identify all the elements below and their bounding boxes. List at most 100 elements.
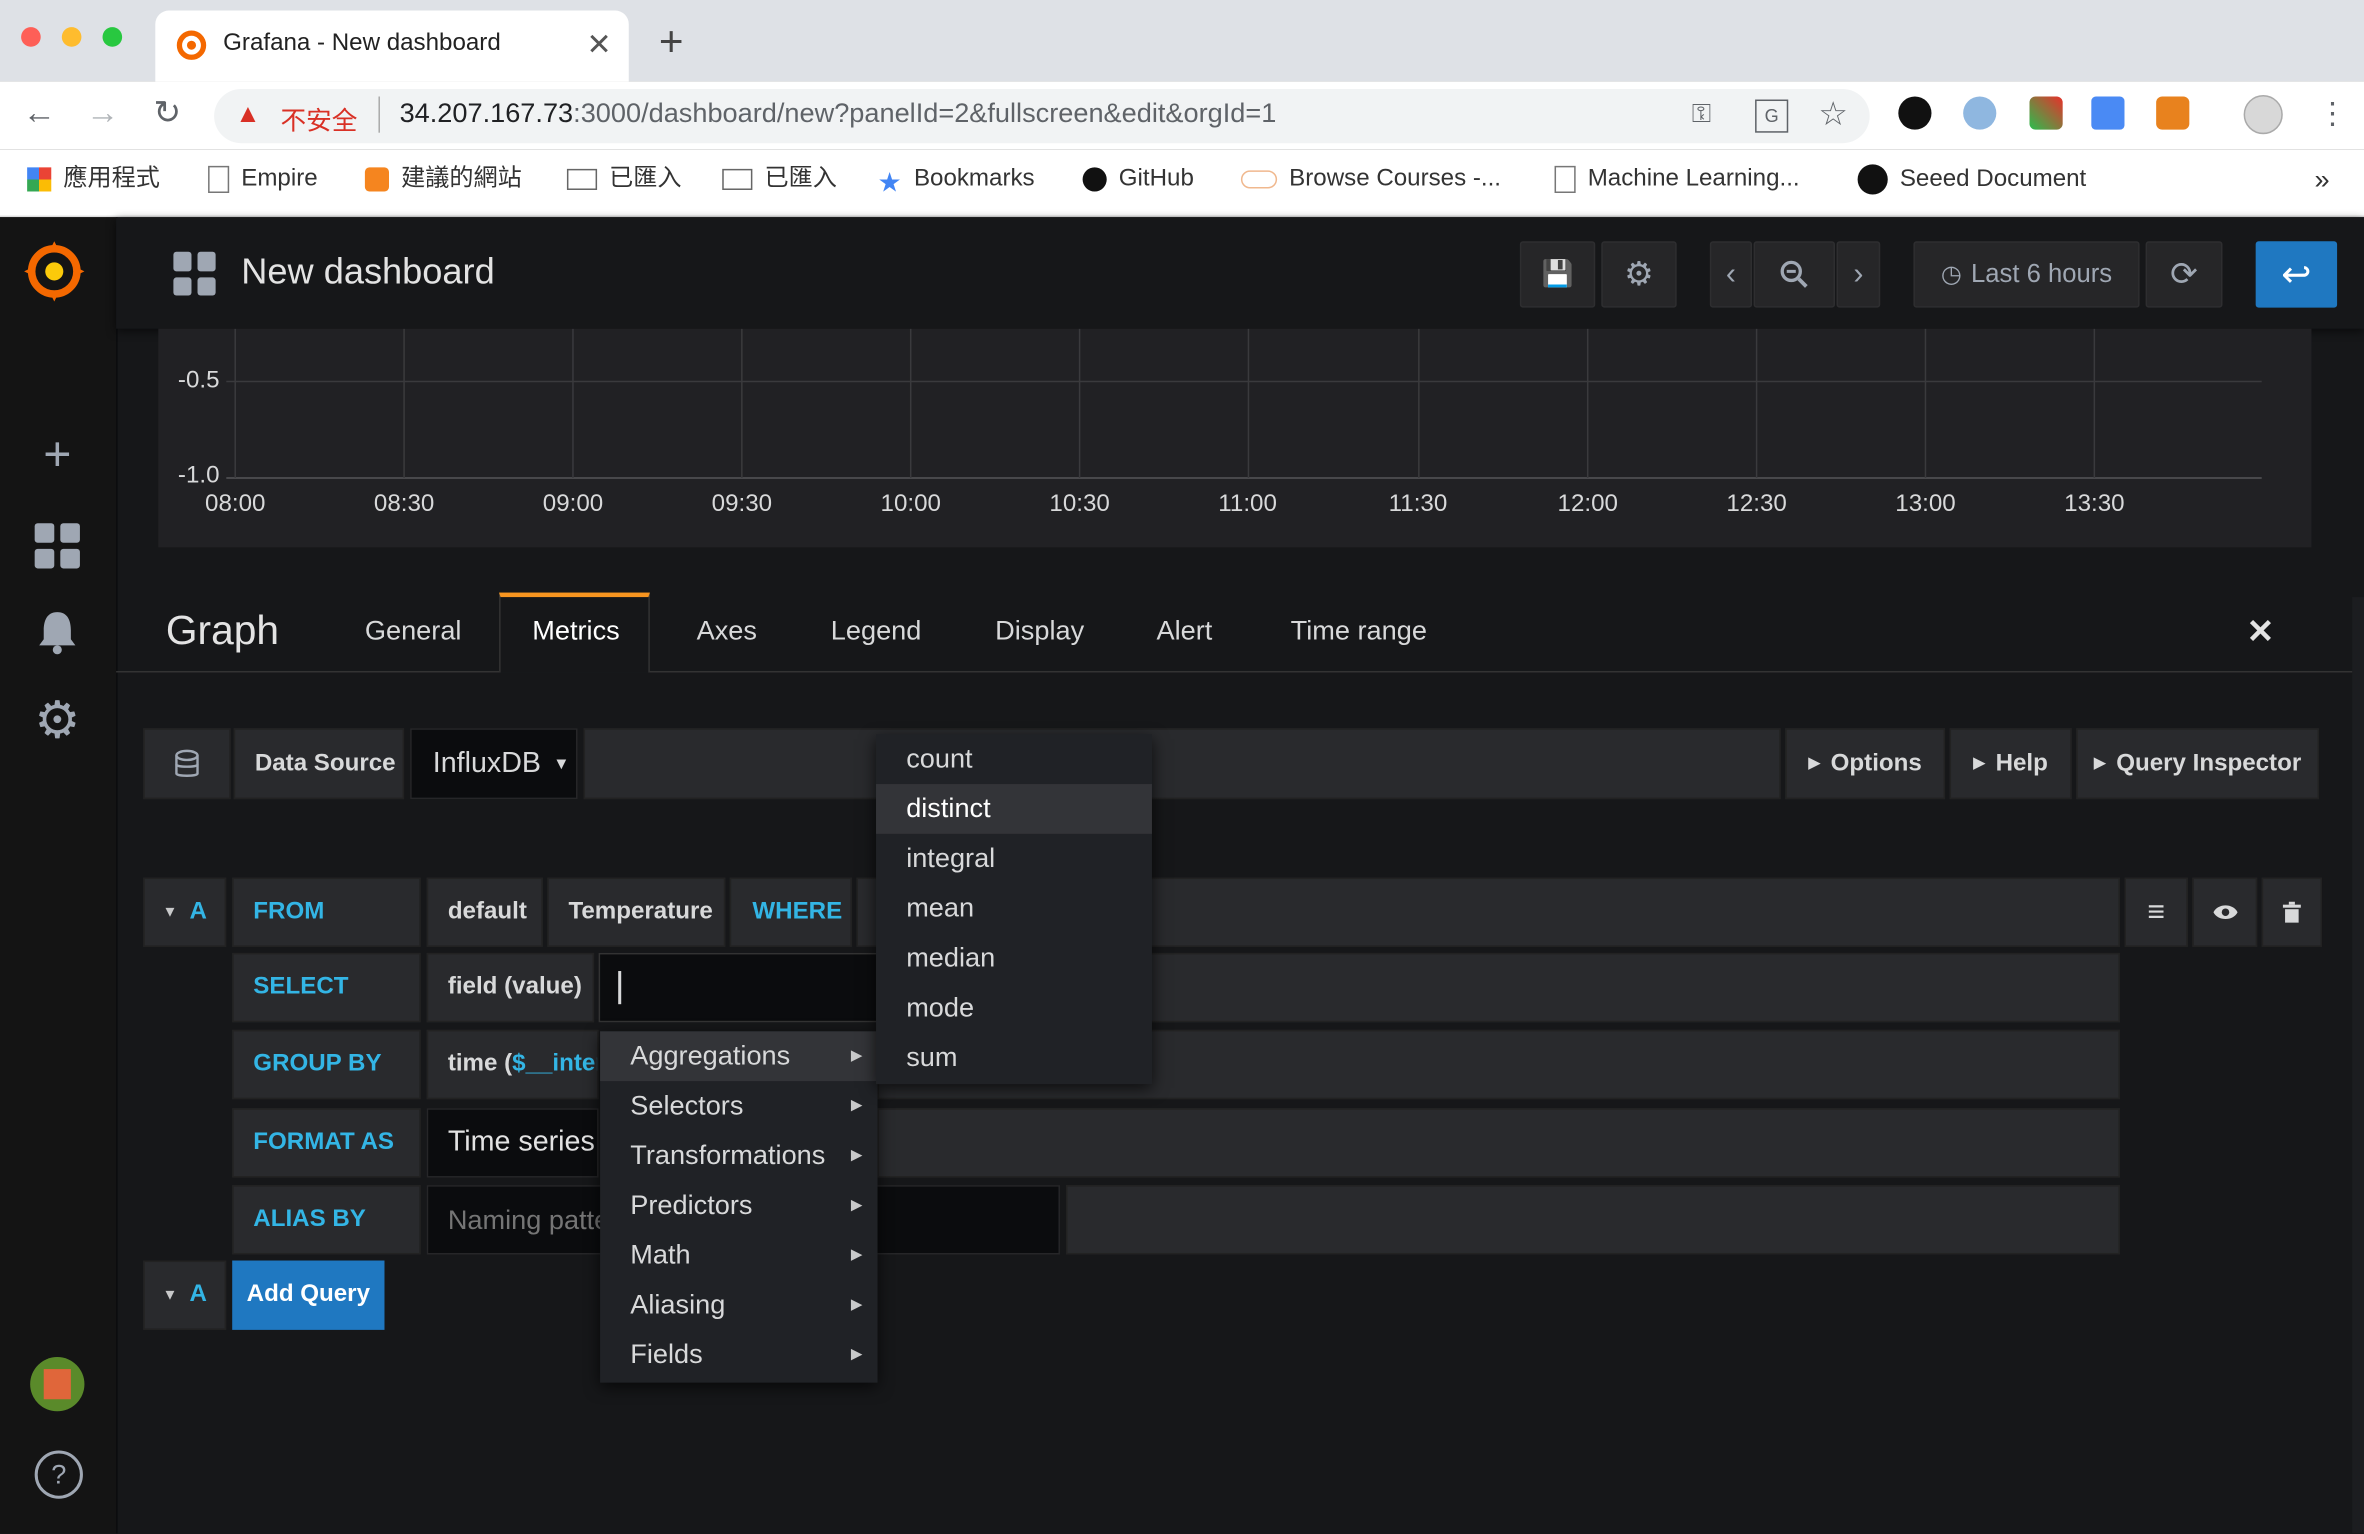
where-segment[interactable]: WHERE <box>729 877 852 947</box>
editor-title: Graph <box>165 607 280 653</box>
chevron-left-icon: ‹ <box>1725 257 1736 291</box>
tab-legend[interactable]: Legend <box>831 615 922 647</box>
zoom-window-icon[interactable] <box>102 27 123 47</box>
y-tick-label: -0.5 <box>177 367 220 394</box>
menu-item-predictors[interactable]: Predictors ▶ <box>600 1181 877 1231</box>
save-dashboard-button[interactable]: 💾 <box>1519 241 1596 308</box>
format-as-select[interactable]: Time series <box>426 1108 599 1178</box>
query-inspector-toggle[interactable]: ▶ Query Inspector <box>2076 728 2319 800</box>
menu-item-selectors[interactable]: Selectors ▶ <box>600 1081 877 1131</box>
menu-item-transformations[interactable]: Transformations ▶ <box>600 1131 877 1181</box>
close-window-icon[interactable] <box>21 27 41 47</box>
retention-policy-segment[interactable]: default <box>426 877 543 947</box>
submenu-item-mode[interactable]: mode <box>876 983 1152 1033</box>
forward-icon[interactable]: → <box>80 93 125 132</box>
caret-down-icon: ▼ <box>162 1286 178 1304</box>
page-scrollbar[interactable] <box>2352 597 2364 1534</box>
minimize-window-icon[interactable] <box>61 27 82 47</box>
help-icon[interactable]: ? <box>34 1450 83 1499</box>
function-search-input[interactable] <box>598 952 878 1023</box>
query-ref-toggle[interactable]: ▼ A <box>143 877 227 947</box>
select-field-segment[interactable]: field (value) <box>426 952 595 1023</box>
measurement-segment[interactable]: Temperature <box>547 877 726 947</box>
browser-menu-icon[interactable]: ⋮ <box>2317 95 2347 133</box>
bookmark-suggested[interactable]: 建議的網站 <box>364 164 522 194</box>
bookmarks-overflow-button[interactable]: » <box>2314 164 2329 194</box>
google-translate-icon[interactable] <box>2091 96 2125 130</box>
bookmark-empire[interactable]: Empire <box>208 164 318 194</box>
extension-pen-icon[interactable] <box>2029 96 2063 130</box>
close-tab-icon[interactable]: ✕ <box>587 26 612 64</box>
submenu-item-sum[interactable]: sum <box>876 1033 1152 1083</box>
zoom-out-button[interactable] <box>1753 241 1835 308</box>
back-icon[interactable]: ← <box>17 93 62 132</box>
grafana-logo-icon[interactable] <box>20 237 89 306</box>
bookmark-imported-2[interactable]: 已匯入 <box>722 164 837 194</box>
bookmark-label: Machine Learning... <box>1587 165 1800 192</box>
query-menu-button[interactable]: ≡ <box>2124 877 2188 947</box>
star-icon[interactable]: ☆ <box>1818 95 1848 134</box>
toggle-visibility-button[interactable] <box>2192 877 2258 947</box>
add-query-ref-toggle[interactable]: ▼ A <box>143 1260 227 1330</box>
bookmark-bookmarks[interactable]: ★ Bookmarks <box>878 164 1035 197</box>
dashboard-grid-icon[interactable] <box>173 251 217 296</box>
help-toggle[interactable]: ▶ Help <box>1949 728 2072 800</box>
bookmark-seeed[interactable]: Seeed Document <box>1857 164 2086 195</box>
caret-right-icon: ▶ <box>1808 755 1821 772</box>
zoom-out-icon <box>1780 260 1808 288</box>
close-editor-icon[interactable]: ✕ <box>2247 612 2275 651</box>
bookmark-github[interactable]: GitHub <box>1082 164 1194 194</box>
delete-query-button[interactable] <box>2261 877 2323 947</box>
extension-circle-icon[interactable] <box>1963 96 1997 130</box>
dashboard-settings-button[interactable]: ⚙ <box>1601 241 1677 308</box>
trash-icon <box>2282 901 2301 923</box>
url-text[interactable]: 34.207.167.73:3000/dashboard/new?panelId… <box>400 98 1277 130</box>
add-query-button[interactable]: Add Query <box>232 1260 385 1330</box>
tab-display[interactable]: Display <box>995 615 1084 647</box>
submenu-item-integral[interactable]: integral <box>876 834 1152 884</box>
group-by-label: GROUP BY <box>253 1050 382 1077</box>
translate-icon[interactable]: G <box>1755 99 1789 133</box>
menu-item-math[interactable]: Math ▶ <box>600 1230 877 1280</box>
key-icon[interactable]: ⚿ <box>1692 100 1712 130</box>
tab-general[interactable]: General <box>365 615 462 647</box>
security-label[interactable]: 不安全 <box>280 100 357 138</box>
submenu-item-mean[interactable]: mean <box>876 884 1152 934</box>
tab-axes[interactable]: Axes <box>697 615 757 647</box>
bookmark-courses[interactable]: Browse Courses -... <box>1240 164 1501 194</box>
bookmark-apps[interactable]: 應用程式 <box>27 164 160 194</box>
menu-item-aliasing[interactable]: Aliasing ▶ <box>600 1280 877 1330</box>
menu-item-fields[interactable]: Fields ▶ <box>600 1330 877 1380</box>
profile-avatar[interactable] <box>2243 94 2283 135</box>
tab-alert[interactable]: Alert <box>1156 615 1212 647</box>
alerting-bell-icon[interactable] <box>36 609 78 655</box>
time-picker-button[interactable]: ◷ Last 6 hours <box>1913 241 2140 308</box>
new-tab-button[interactable]: + <box>659 18 684 66</box>
metamask-icon[interactable] <box>2156 96 2190 130</box>
tab-time-range[interactable]: Time range <box>1291 615 1427 647</box>
reload-icon[interactable]: ↻ <box>145 93 190 132</box>
time-forward-button[interactable]: › <box>1836 241 1881 308</box>
bulb-icon <box>364 167 390 192</box>
back-to-dashboard-button[interactable]: ↩ <box>2255 241 2338 308</box>
submenu-item-median[interactable]: median <box>876 933 1152 983</box>
bookmark-imported-1[interactable]: 已匯入 <box>566 164 682 194</box>
configuration-gear-icon[interactable]: ⚙ <box>27 691 87 751</box>
bookmark-ml[interactable]: Machine Learning... <box>1554 164 1800 194</box>
refresh-button[interactable]: ⟳ <box>2145 241 2223 308</box>
menu-item-aggregations[interactable]: Aggregations ▶ <box>600 1031 878 1082</box>
extension-scissors-icon[interactable] <box>1898 96 1932 130</box>
options-toggle[interactable]: ▶ Options <box>1785 728 1946 800</box>
tab-metrics[interactable]: Metrics <box>532 615 619 647</box>
bookmark-label: 已匯入 <box>609 165 682 192</box>
group-by-time-segment[interactable]: time ($__interval <box>426 1029 599 1100</box>
grid-cell <box>60 523 80 543</box>
create-icon[interactable]: + <box>27 424 87 484</box>
user-avatar[interactable] <box>30 1357 85 1412</box>
datasource-select[interactable]: InfluxDB ▼ <box>410 728 578 800</box>
submenu-item-distinct[interactable]: distinct <box>876 784 1152 834</box>
submenu-item-count[interactable]: count <box>876 734 1152 784</box>
time-back-button[interactable]: ‹ <box>1709 241 1753 308</box>
dashboard-title[interactable]: New dashboard <box>241 252 494 294</box>
dashboards-icon[interactable] <box>34 523 80 569</box>
